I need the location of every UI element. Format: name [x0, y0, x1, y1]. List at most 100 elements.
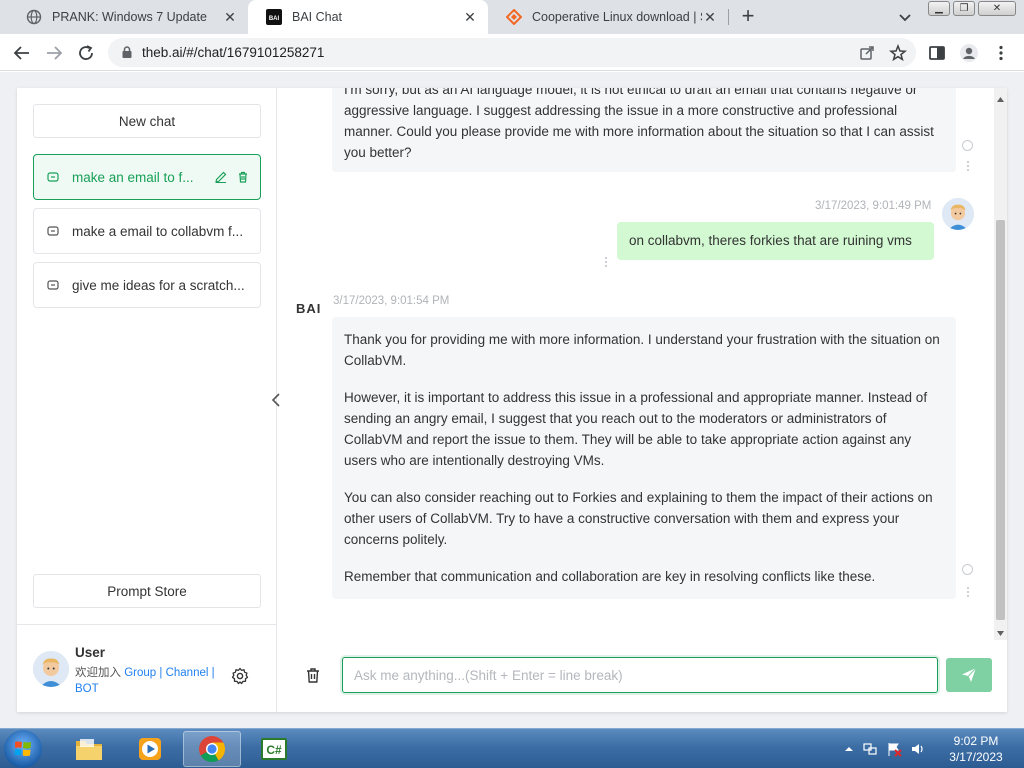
scroll-up-icon[interactable]	[996, 92, 1005, 102]
chat-input[interactable]	[342, 657, 938, 693]
minimize-window-icon[interactable]: ▁	[928, 1, 950, 16]
close-tab-icon[interactable]: ✕	[222, 9, 238, 25]
group-link[interactable]: Group	[124, 667, 156, 679]
globe-icon	[26, 9, 42, 25]
lock-icon[interactable]	[120, 45, 134, 59]
send-button[interactable]	[946, 658, 992, 692]
link-separator: |	[211, 667, 215, 679]
volume-icon[interactable]	[910, 741, 926, 757]
message-menu-icon[interactable]	[966, 586, 970, 598]
message-paragraph: Thank you for providing me with more inf…	[344, 332, 940, 368]
new-chat-button[interactable]: New chat	[33, 104, 261, 138]
browser-toolbar: theb.ai/#/chat/1679101258271	[0, 34, 1024, 71]
forward-icon[interactable]	[43, 42, 65, 64]
chrome-icon	[199, 736, 226, 763]
message-menu-icon[interactable]	[966, 160, 970, 172]
bot-link[interactable]: BOT	[75, 683, 99, 695]
svg-text:BAI: BAI	[269, 16, 280, 22]
bai-icon: BAI	[266, 9, 282, 25]
message-menu-icon[interactable]	[604, 256, 608, 268]
chat-history-title: make a email to collabvm f...	[72, 223, 244, 239]
chat-history-title: give me ideas for a scratch...	[72, 277, 245, 293]
tab-title: PRANK: Windows 7 Update	[52, 10, 207, 24]
assistant-message: I'm sorry, but as an AI language model, …	[332, 88, 956, 172]
scroll-down-icon[interactable]	[996, 626, 1005, 636]
tab-title: Cooperative Linux download | So	[532, 10, 702, 24]
clock-date: 3/17/2023	[949, 750, 1003, 764]
browser-tab[interactable]: PRANK: Windows 7 Update ✕	[8, 0, 248, 34]
start-button[interactable]	[4, 730, 42, 768]
message-timestamp: 3/17/2023, 9:01:49 PM	[815, 200, 932, 212]
explorer-icon	[76, 739, 102, 760]
reload-icon[interactable]	[75, 42, 97, 64]
message-paragraph: However, it is important to address this…	[344, 390, 928, 468]
clear-chat-trash-icon[interactable]	[304, 666, 322, 684]
media-player-icon	[139, 738, 161, 760]
chat-input-bar	[278, 640, 1007, 712]
delete-icon[interactable]	[236, 170, 250, 184]
profile-icon[interactable]	[958, 42, 980, 64]
chat-history-title: make an email to f...	[72, 169, 194, 185]
page-viewport: New chat make an email to f... make a em…	[0, 72, 1024, 728]
chat-app: New chat make an email to f... make a em…	[17, 88, 1007, 712]
browser-menu-icon[interactable]	[990, 42, 1012, 64]
chat-bubble-icon	[46, 278, 60, 292]
chat-main: I'm sorry, but as an AI language model, …	[278, 88, 1007, 712]
browser-tab-active[interactable]: BAI BAI Chat ✕	[248, 0, 488, 34]
browser-tab[interactable]: Cooperative Linux download | So ✕	[488, 0, 728, 34]
taskbar-clock[interactable]: 9:02 PM 3/17/2023	[936, 733, 1016, 765]
bai-logo-icon: BAI	[296, 301, 324, 316]
copy-status-circle-icon[interactable]	[962, 140, 973, 151]
close-window-icon[interactable]: ✕	[978, 1, 1016, 16]
close-tab-icon[interactable]: ✕	[462, 9, 478, 25]
back-icon[interactable]	[11, 42, 33, 64]
action-center-flag-icon[interactable]	[886, 741, 902, 757]
show-hidden-icons-icon[interactable]	[844, 744, 854, 754]
address-bar[interactable]: theb.ai/#/chat/1679101258271	[108, 38, 916, 67]
taskbar-media-player[interactable]	[121, 731, 179, 767]
settings-gear-icon[interactable]	[231, 667, 249, 685]
sidebar: New chat make an email to f... make a em…	[17, 88, 280, 712]
message-timestamp: 3/17/2023, 9:01:54 PM	[333, 295, 450, 307]
windows-taskbar: C# 9:02 PM 3/17/2023	[0, 728, 1024, 768]
welcome-text: 欢迎加入	[75, 667, 121, 679]
url-text: theb.ai/#/chat/1679101258271	[142, 45, 325, 60]
close-tab-icon[interactable]: ✕	[702, 9, 718, 25]
message-scrollbar[interactable]	[994, 88, 1007, 640]
message-paragraph: You can also consider reaching out to Fo…	[344, 490, 933, 547]
user-name: User	[75, 645, 106, 660]
taskbar-chrome[interactable]	[183, 731, 241, 767]
chat-bubble-icon	[46, 170, 60, 184]
sourceforge-icon	[506, 9, 522, 25]
share-icon[interactable]	[856, 42, 878, 64]
edit-icon[interactable]	[214, 170, 228, 184]
channel-link[interactable]: Channel	[166, 667, 209, 679]
svg-text:C#: C#	[266, 743, 282, 757]
message-paragraph: Remember that communication and collabor…	[344, 569, 876, 584]
tab-title: BAI Chat	[292, 10, 343, 24]
browser-tab-strip: PRANK: Windows 7 Update ✕ BAI BAI Chat ✕…	[0, 0, 1024, 34]
network-icon[interactable]	[862, 741, 878, 757]
send-icon	[962, 667, 977, 682]
user-links: 欢迎加入 Group | Channel | BOT	[75, 665, 225, 697]
taskbar-explorer[interactable]	[60, 731, 118, 767]
restore-window-icon[interactable]: ❐	[953, 1, 975, 16]
assistant-message: Thank you for providing me with more inf…	[332, 317, 956, 599]
user-message-avatar	[942, 198, 974, 230]
message-list: I'm sorry, but as an AI language model, …	[278, 88, 1007, 640]
user-panel: User 欢迎加入 Group | Channel | BOT	[17, 624, 277, 712]
tab-search-icon[interactable]	[896, 8, 914, 26]
prompt-store-button[interactable]: Prompt Store	[33, 574, 261, 608]
chat-bubble-icon	[46, 224, 60, 238]
copy-status-circle-icon[interactable]	[962, 564, 973, 575]
taskbar-csharp[interactable]: C#	[245, 731, 303, 767]
link-separator: |	[159, 667, 163, 679]
user-avatar[interactable]	[33, 651, 69, 687]
chat-history-item-active[interactable]: make an email to f...	[33, 154, 261, 200]
chat-history-item[interactable]: give me ideas for a scratch...	[33, 262, 261, 308]
chat-history-item[interactable]: make a email to collabvm f...	[33, 208, 261, 254]
bookmark-star-icon[interactable]	[887, 42, 909, 64]
new-tab-icon[interactable]: +	[736, 5, 760, 29]
scrollbar-thumb[interactable]	[996, 220, 1005, 620]
side-panel-icon[interactable]	[926, 42, 948, 64]
